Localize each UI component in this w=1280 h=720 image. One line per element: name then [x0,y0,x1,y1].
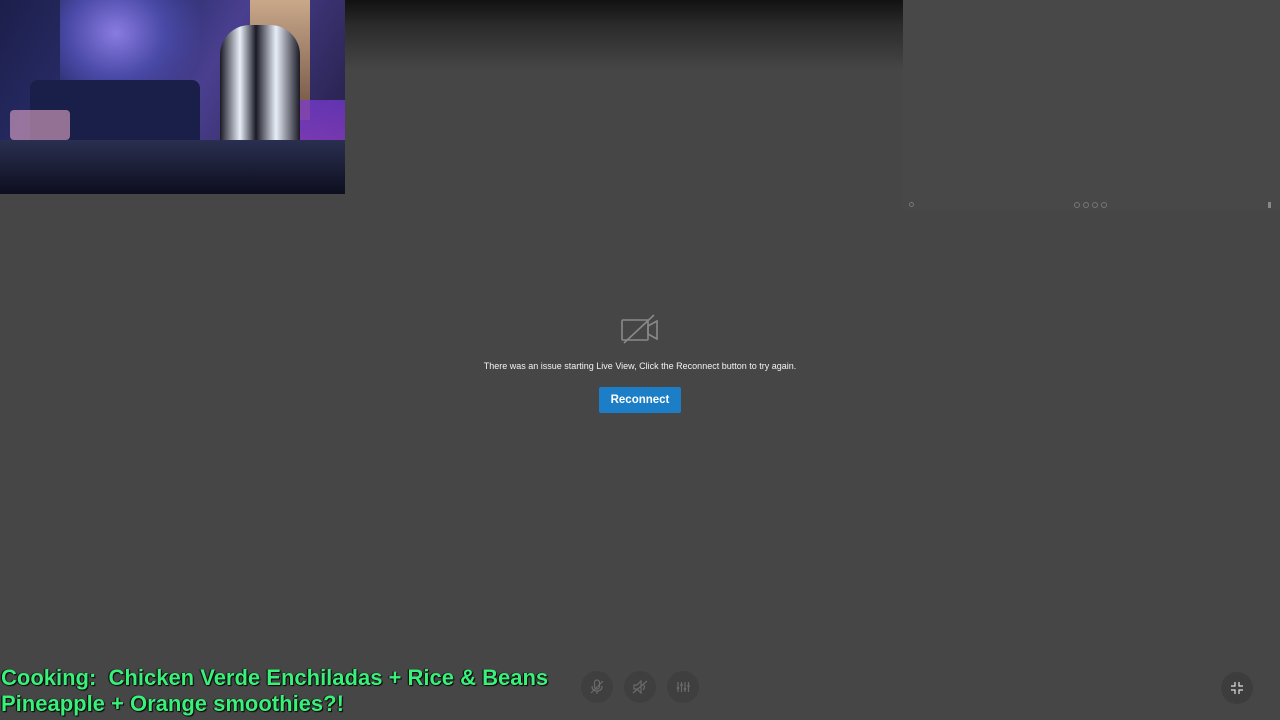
lamp-glow [10,110,70,140]
sliders-icon [676,682,690,692]
caption-line-1: Cooking: Chicken Verde Enchiladas + Rice… [1,665,549,690]
live-view-error-message: There was an issue starting Live View, C… [483,361,797,371]
exit-fullscreen-button[interactable] [1221,672,1253,704]
mini-preview-menu-icon[interactable] [1268,202,1271,208]
desk [0,140,345,194]
live-view-screen: There was an issue starting Live View, C… [0,0,1280,720]
reconnect-button[interactable]: Reconnect [599,387,681,413]
settings-sliders-button[interactable] [667,671,699,703]
mini-preview-dot-icon[interactable] [1092,202,1098,208]
playback-controls [581,671,699,703]
mini-preview-panel[interactable] [903,0,1280,210]
mini-preview-dot-icon[interactable] [1074,202,1080,208]
webcam-feed [0,0,345,194]
exit-fullscreen-icon [1231,682,1243,694]
microphone-off-icon [590,679,604,694]
video-off-icon [621,314,658,344]
caption-line-2: Pineapple + Orange smoothies?! [1,691,344,716]
mini-preview-dot-icon[interactable] [1083,202,1089,208]
microphone-button[interactable] [581,671,613,703]
speaker-button[interactable] [624,671,656,703]
speaker-off-icon [632,680,648,694]
stream-caption-overlay: Cooking: Chicken Verde Enchiladas + Rice… [1,665,548,717]
mini-preview-controls [1074,202,1107,208]
mini-preview-control-icon[interactable] [909,202,914,207]
mini-preview-dot-icon[interactable] [1101,202,1107,208]
